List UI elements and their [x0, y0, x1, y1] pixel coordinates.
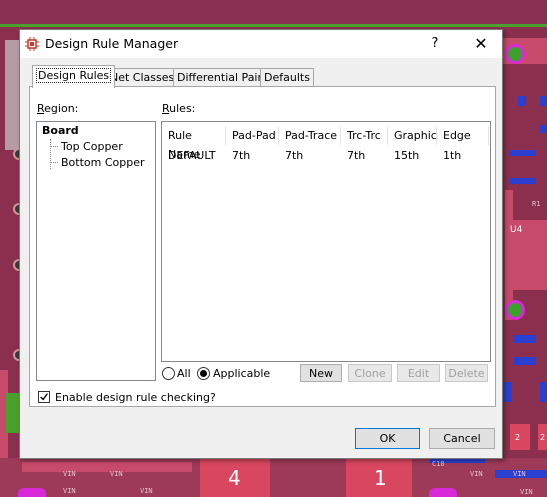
- pad-magenta: [429, 488, 457, 497]
- pcb-pad-label: 1: [374, 466, 387, 490]
- all-radio[interactable]: [162, 367, 175, 380]
- window-title: Design Rule Manager: [45, 36, 179, 51]
- close-button[interactable]: ✕: [469, 34, 493, 54]
- tab-label: Differential Pairs: [177, 71, 268, 84]
- tab-differential-pairs[interactable]: Differential Pairs: [173, 68, 272, 87]
- cell-rule-name: DEFAULT: [168, 149, 216, 162]
- pad-magenta: [18, 488, 46, 497]
- column-header-graphic[interactable]: Graphic: [388, 126, 437, 145]
- pcb-net-label: VIN: [470, 470, 483, 478]
- tab-design-rules[interactable]: Design Rules: [32, 65, 116, 88]
- tab-defaults[interactable]: Defaults: [260, 68, 314, 87]
- region-label: Region:: [37, 102, 79, 115]
- column-header-pad-trace[interactable]: Pad-Trace: [279, 126, 341, 145]
- pcb-ref-label: C10: [432, 460, 445, 468]
- pcb-pad-label: 4: [228, 466, 241, 490]
- smd-pad: [540, 125, 547, 133]
- pcb-pad-label: 2: [540, 433, 546, 442]
- column-header-trc-trc[interactable]: Trc-Trc: [341, 126, 388, 145]
- column-header-pad-pad[interactable]: Pad-Pad: [226, 126, 279, 145]
- pcb-ref-label: U4: [510, 225, 523, 235]
- pcb-net-label: VIN: [140, 487, 153, 495]
- enable-drc-checkbox[interactable]: [38, 391, 50, 403]
- smd-pad: [504, 382, 512, 402]
- applicable-radio[interactable]: [197, 367, 210, 380]
- title-bar[interactable]: Design Rule Manager ? ✕: [20, 30, 502, 58]
- cell-trc-trc: 7th: [347, 149, 366, 162]
- cell-edge: 1th: [443, 149, 462, 162]
- edit-button[interactable]: Edit: [397, 364, 440, 382]
- tab-label: Defaults: [264, 71, 310, 84]
- smd-pad: [514, 335, 536, 343]
- all-radio-label: All: [177, 367, 191, 380]
- smd-pad: [540, 382, 547, 402]
- ok-button[interactable]: OK: [355, 428, 420, 449]
- column-header-edge[interactable]: Edge: [437, 126, 489, 145]
- cell-pad-pad: 7th: [232, 149, 251, 162]
- tree-connector: [50, 139, 51, 169]
- pcb-top-strip: [0, 0, 547, 24]
- smd-pad: [510, 178, 536, 184]
- rules-label: Rules:: [162, 102, 196, 115]
- delete-button[interactable]: Delete: [445, 364, 488, 382]
- pcb-component-left: [5, 40, 19, 150]
- help-button[interactable]: ?: [423, 34, 447, 54]
- smd-pad: [514, 357, 536, 365]
- tree-item-board[interactable]: Board: [42, 124, 79, 137]
- tab-label: Design Rules: [36, 68, 112, 83]
- smd-pad: [518, 96, 526, 106]
- new-button[interactable]: New: [300, 364, 342, 382]
- enable-drc-label: Enable design rule checking?: [55, 391, 216, 404]
- applicable-radio-label: Applicable: [213, 367, 271, 380]
- pcb-net-label: VIN: [63, 470, 76, 478]
- cell-graphic: 15th: [394, 149, 420, 162]
- checkmark-icon: [40, 393, 48, 401]
- pcb-net-label: VIN: [110, 470, 123, 478]
- tab-net-classes[interactable]: Net Classes: [106, 68, 179, 87]
- pcb-pad-label: 2: [515, 433, 521, 442]
- chip-icon: [25, 37, 39, 51]
- pcb-net-label: VIN: [63, 487, 76, 495]
- board-outline-green: [0, 24, 547, 27]
- design-rule-manager-dialog: Design Rule Manager ? ✕ Design Rules Net…: [19, 29, 503, 459]
- smd-pad: [540, 96, 547, 106]
- column-header-rule-name[interactable]: Rule Name: [162, 126, 226, 161]
- cell-pad-trace: 7th: [285, 149, 304, 162]
- pad-round: [505, 300, 525, 320]
- pad-round: [505, 44, 525, 64]
- tree-item-top-copper[interactable]: Top Copper: [61, 140, 123, 153]
- trace: [22, 462, 192, 472]
- region-tree[interactable]: Board Top Copper Bottom Copper: [36, 121, 156, 381]
- tree-connector: [50, 146, 58, 147]
- pcb-net-label: VIN: [520, 488, 533, 496]
- smd-pad: [510, 150, 536, 156]
- tab-label: Net Classes: [110, 71, 175, 84]
- clone-button[interactable]: Clone: [348, 364, 392, 382]
- rules-table[interactable]: Rule Name Pad-Pad Pad-Trace Trc-Trc Grap…: [161, 121, 491, 362]
- cancel-button[interactable]: Cancel: [429, 428, 495, 449]
- tree-item-bottom-copper[interactable]: Bottom Copper: [61, 156, 145, 169]
- tree-connector: [50, 162, 58, 163]
- pcb-ref-label: R1: [532, 200, 541, 208]
- pcb-net-label: VIN: [513, 470, 526, 478]
